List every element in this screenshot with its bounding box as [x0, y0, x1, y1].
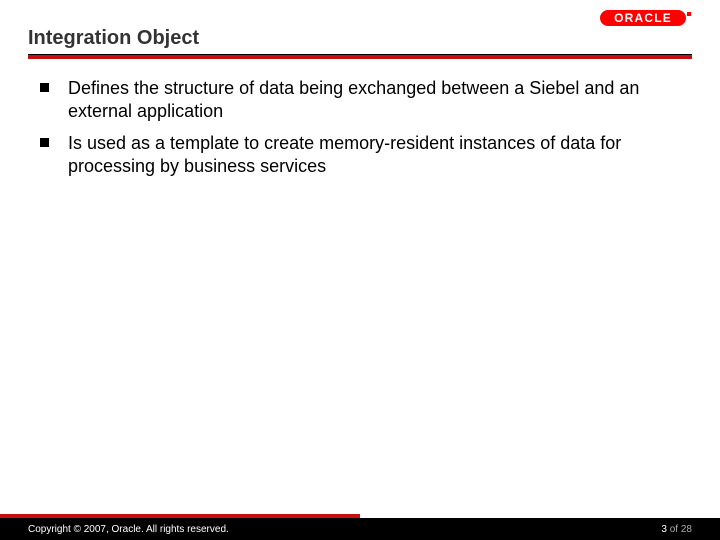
page-number: 3 of 28 [661, 524, 692, 535]
svg-text:ORACLE: ORACLE [614, 11, 672, 25]
slide-footer: Copyright © 2007, Oracle. All rights res… [0, 516, 720, 540]
copyright-text: Copyright © 2007, Oracle. All rights res… [28, 524, 229, 535]
oracle-logo: ORACLE [600, 10, 692, 26]
list-item: Is used as a template to create memory-r… [40, 132, 680, 179]
slide-title: Integration Object [28, 27, 199, 50]
oracle-logo-icon: ORACLE [600, 10, 692, 26]
page-sep: of [667, 524, 681, 535]
bullet-list: Defines the structure of data being exch… [40, 77, 680, 179]
footer-bar: Copyright © 2007, Oracle. All rights res… [0, 518, 720, 540]
page-total: 28 [681, 524, 692, 535]
slide-header: ORACLE Integration Object [0, 0, 720, 54]
header-accent-bar [28, 55, 692, 59]
slide-content: Defines the structure of data being exch… [0, 59, 720, 179]
list-item: Defines the structure of data being exch… [40, 77, 680, 124]
